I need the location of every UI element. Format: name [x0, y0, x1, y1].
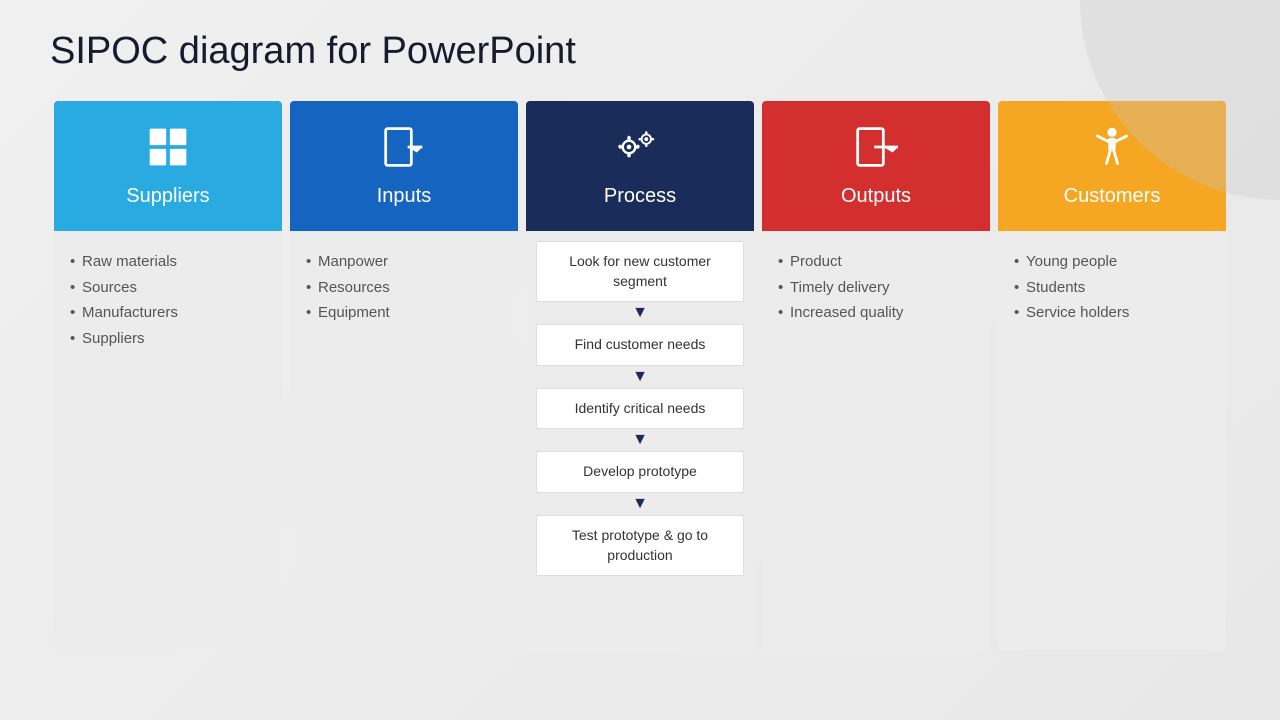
- list-item: Sources: [70, 275, 266, 301]
- process-header: Process: [526, 101, 754, 231]
- customers-label: Customers: [1064, 185, 1161, 208]
- process-step-4: Develop prototype: [536, 451, 744, 493]
- col-outputs: Outputs Product Timely delivery Increase…: [762, 101, 990, 651]
- suppliers-body: Raw materials Sources Manufacturers Supp…: [54, 231, 282, 651]
- process-step-5: Test prototype & go to production: [536, 515, 744, 576]
- list-item: Manufacturers: [70, 300, 266, 326]
- outputs-list: Product Timely delivery Increased qualit…: [778, 249, 974, 326]
- list-item: Young people: [1014, 249, 1210, 275]
- suppliers-header: Suppliers: [54, 101, 282, 231]
- col-suppliers: Suppliers Raw materials Sources Manufact…: [54, 101, 282, 651]
- process-step-3: Identify critical needs: [536, 388, 744, 430]
- list-item: Timely delivery: [778, 275, 974, 301]
- list-item: Raw materials: [70, 249, 266, 275]
- sipoc-diagram: Suppliers Raw materials Sources Manufact…: [50, 101, 1230, 651]
- list-item: Manpower: [306, 249, 502, 275]
- page-title: SIPOC diagram for PowerPoint: [50, 30, 1230, 73]
- customers-list: Young people Students Service holders: [1014, 249, 1210, 326]
- process-label: Process: [604, 185, 676, 208]
- arrow-3: ▼: [632, 432, 648, 448]
- inputs-icon: [382, 125, 426, 175]
- process-icon: [618, 125, 662, 175]
- process-step-2: Find customer needs: [536, 324, 744, 366]
- customers-body: Young people Students Service holders: [998, 231, 1226, 651]
- suppliers-label: Suppliers: [126, 185, 209, 208]
- col-process: Process Look for new customer segment ▼ …: [526, 101, 754, 651]
- list-item: Increased quality: [778, 300, 974, 326]
- col-customers: Customers Young people Students Service …: [998, 101, 1226, 651]
- arrow-2: ▼: [632, 369, 648, 385]
- outputs-icon: [854, 125, 898, 175]
- page: SIPOC diagram for PowerPoint Suppliers R…: [0, 0, 1280, 720]
- list-item: Suppliers: [70, 326, 266, 352]
- list-item: Service holders: [1014, 300, 1210, 326]
- process-body: Look for new customer segment ▼ Find cus…: [526, 231, 754, 651]
- list-item: Resources: [306, 275, 502, 301]
- customers-header: Customers: [998, 101, 1226, 231]
- process-step-1: Look for new customer segment: [536, 241, 744, 302]
- inputs-header: Inputs: [290, 101, 518, 231]
- arrow-4: ▼: [632, 496, 648, 512]
- outputs-label: Outputs: [841, 185, 911, 208]
- inputs-list: Manpower Resources Equipment: [306, 249, 502, 326]
- suppliers-icon: [146, 125, 190, 175]
- inputs-body: Manpower Resources Equipment: [290, 231, 518, 651]
- list-item: Product: [778, 249, 974, 275]
- inputs-label: Inputs: [377, 185, 431, 208]
- arrow-1: ▼: [632, 305, 648, 321]
- customers-icon: [1090, 125, 1134, 175]
- list-item: Equipment: [306, 300, 502, 326]
- outputs-body: Product Timely delivery Increased qualit…: [762, 231, 990, 651]
- suppliers-list: Raw materials Sources Manufacturers Supp…: [70, 249, 266, 351]
- col-inputs: Inputs Manpower Resources Equipment: [290, 101, 518, 651]
- outputs-header: Outputs: [762, 101, 990, 231]
- list-item: Students: [1014, 275, 1210, 301]
